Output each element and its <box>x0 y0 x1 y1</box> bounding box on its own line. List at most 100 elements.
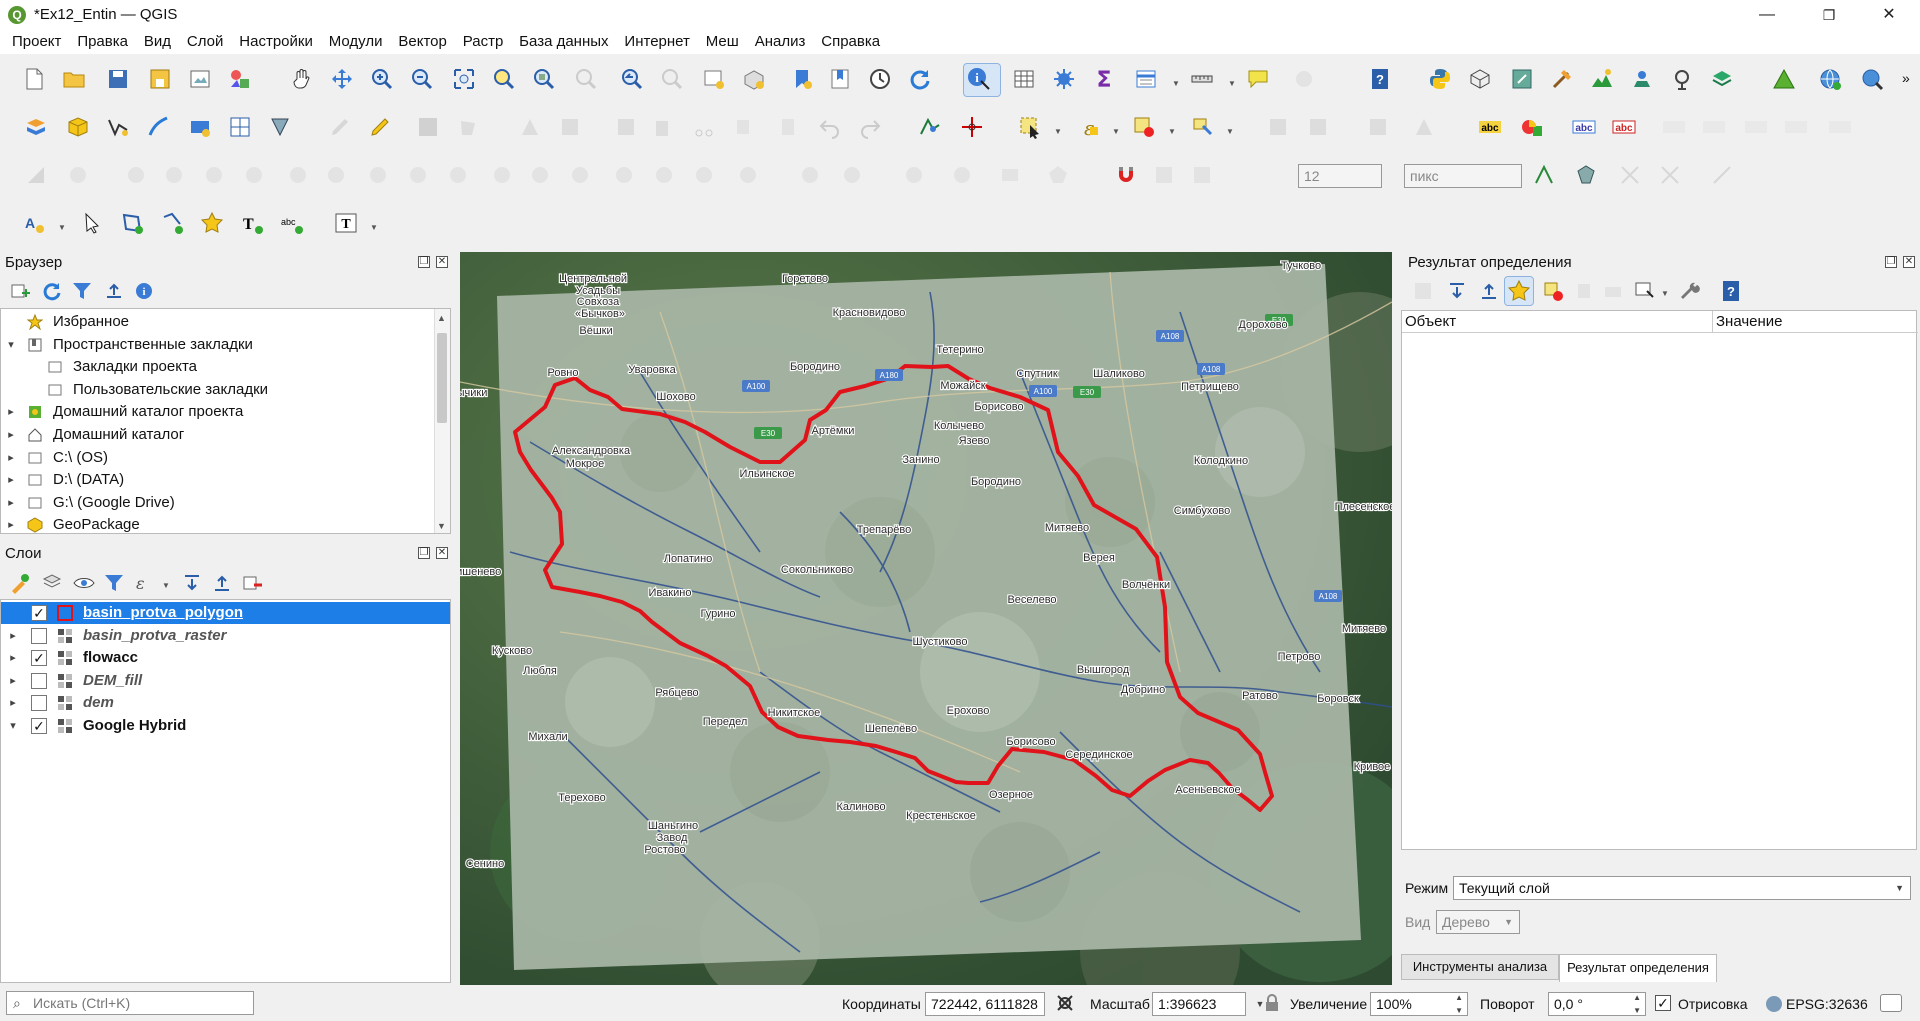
clear-results-icon[interactable] <box>1539 277 1567 305</box>
column-header-object[interactable]: Объект <box>1402 311 1713 333</box>
vertex-tool-icon[interactable] <box>516 113 544 141</box>
fill-ring-icon[interactable] <box>160 161 188 189</box>
enable-tracing-icon[interactable] <box>958 113 986 141</box>
coordinates-input[interactable]: 722442, 6111828 <box>925 992 1045 1016</box>
label-toolbar-dropdown-icon[interactable]: ▼ <box>58 223 66 232</box>
new-mesh-layer-icon[interactable] <box>266 113 294 141</box>
expand-arrow-icon[interactable]: ▸ <box>5 447 17 469</box>
open-project-button[interactable] <box>60 65 88 93</box>
tab-processing-toolbox[interactable]: Инструменты анализа <box>1401 954 1559 980</box>
zoom-to-selection-icon[interactable] <box>490 65 518 93</box>
rotate-label-icon[interactable] <box>1782 113 1810 141</box>
layer-visibility-checkbox[interactable] <box>31 695 47 712</box>
magnifier-stepper-icon[interactable]: ▲ ▼ <box>1455 991 1463 1017</box>
properties-info-icon[interactable]: i <box>130 277 158 305</box>
menu-view[interactable]: Вид <box>138 30 177 53</box>
crs-button[interactable]: EPSG:32636 <box>1786 992 1868 1016</box>
filter-browser-icon[interactable] <box>68 277 96 305</box>
processing-toolbox-icon[interactable] <box>1050 65 1078 93</box>
add-text-along-line-icon[interactable]: abc <box>278 209 306 237</box>
collapse-arrow-icon[interactable]: ▾ <box>7 715 19 737</box>
close-button[interactable]: ✕ <box>1866 0 1912 30</box>
expand-arrow-icon[interactable]: ▸ <box>7 692 19 714</box>
layer-visibility-checkbox[interactable] <box>31 672 47 689</box>
browser-item[interactable]: ▸ Домашний каталог <box>1 424 450 446</box>
reshape-icon[interactable] <box>284 161 312 189</box>
layers-close-button[interactable]: ✕ <box>436 547 448 559</box>
magnifier-input[interactable]: 100% ▲ ▼ <box>1370 992 1468 1016</box>
label-abc-icon[interactable]: abc <box>1476 113 1504 141</box>
paste-features-icon[interactable] <box>774 113 802 141</box>
snapping-magnet-icon[interactable] <box>1112 161 1140 189</box>
remove-layer-icon[interactable] <box>238 569 266 597</box>
refresh-browser-icon[interactable] <box>38 277 66 305</box>
rotate-point-icon[interactable] <box>526 161 554 189</box>
simplify-feature-icon[interactable] <box>1410 113 1438 141</box>
layer-visibility-checkbox[interactable]: ✓ <box>31 605 47 621</box>
self-snapping-icon[interactable] <box>1616 161 1644 189</box>
redo-icon[interactable] <box>856 113 884 141</box>
select-expression-dropdown-icon[interactable]: ▼ <box>1112 127 1120 136</box>
menu-edit[interactable]: Правка <box>71 30 134 53</box>
new-map-view-icon[interactable] <box>700 65 728 93</box>
deselect-dropdown-icon[interactable]: ▼ <box>1168 127 1176 136</box>
measure-dropdown-icon[interactable]: ▼ <box>1228 79 1236 88</box>
layer-row[interactable]: ▸ basin_protva_raster <box>1 625 450 647</box>
move-label-icon[interactable] <box>1742 113 1770 141</box>
layer-row[interactable]: ✓ basin_protva_polygon <box>1 602 450 624</box>
text-annotation-dropdown-icon[interactable]: ▼ <box>370 223 378 232</box>
label-toolbar-icon[interactable]: A <box>20 209 48 237</box>
auto-open-form-icon[interactable] <box>1504 276 1534 306</box>
snapping-tracing-icon[interactable] <box>1708 161 1736 189</box>
attribute-form-icon[interactable] <box>1304 113 1332 141</box>
edit-toggle-icon[interactable] <box>326 113 354 141</box>
add-polygon-annotation-icon[interactable] <box>118 209 146 237</box>
toolbar-overflow-button[interactable]: » <box>1902 70 1910 86</box>
zoom-full-icon[interactable] <box>450 65 478 93</box>
satellite-dish-icon[interactable] <box>1668 65 1696 93</box>
toggle-editing-pencil-icon[interactable] <box>366 113 394 141</box>
expand-arrow-icon[interactable]: ▸ <box>7 670 19 692</box>
expand-arrow-icon[interactable]: ▸ <box>5 424 17 446</box>
open-attribute-table-icon[interactable] <box>1010 65 1038 93</box>
add-marker-annotation-icon[interactable] <box>198 209 226 237</box>
map-canvas[interactable]: A100 A100 A108 A108 E30 E30 E30 A108 A180 Центра… <box>460 252 1392 985</box>
ellipse-digitize-icon[interactable] <box>948 161 976 189</box>
rectangle-digitize-icon[interactable] <box>996 161 1024 189</box>
browser-float-button[interactable]: ❐ <box>418 256 430 268</box>
crs-globe-icon[interactable] <box>1766 996 1782 1012</box>
filter-legend-icon[interactable] <box>100 569 128 597</box>
browser-item[interactable]: ▸ Домашний каталог проекта <box>1 401 450 423</box>
help-contents-icon[interactable]: ? <box>1366 65 1394 93</box>
snapping-units-select[interactable]: пикс <box>1404 164 1522 188</box>
browser-item[interactable]: Закладки проекта <box>1 356 450 378</box>
simplify-icon[interactable] <box>566 161 594 189</box>
new-spatialite-icon[interactable] <box>144 113 172 141</box>
style-manager-button[interactable] <box>226 65 254 93</box>
text-annotation-icon[interactable]: T <box>332 209 360 237</box>
snapping-tolerance-input[interactable]: 12 <box>1298 164 1382 188</box>
browser-item[interactable]: ▸ GeoPackage <box>1 514 450 533</box>
shape-digitize-icon[interactable] <box>838 161 866 189</box>
layers-plugin-icon[interactable] <box>1708 65 1736 93</box>
rotate-feature-icon[interactable] <box>1364 113 1392 141</box>
messages-icon[interactable] <box>1880 994 1902 1012</box>
expand-arrow-icon[interactable]: ▸ <box>5 514 17 533</box>
add-ring-icon[interactable] <box>64 161 92 189</box>
circle-digitize-icon[interactable] <box>900 161 928 189</box>
map-tips-icon[interactable] <box>1244 65 1272 93</box>
attribute-table-dropdown-icon[interactable]: ▼ <box>1172 79 1180 88</box>
deselect-features-icon[interactable] <box>1130 113 1158 141</box>
copy-move-icon[interactable] <box>796 161 824 189</box>
merge-features-icon[interactable] <box>444 161 472 189</box>
menu-mesh[interactable]: Меш <box>700 30 745 53</box>
new-temp-layer-icon[interactable] <box>186 113 214 141</box>
edit-table-icon[interactable] <box>612 113 640 141</box>
select-by-expression-icon[interactable]: ε <box>1074 113 1102 141</box>
layer-visibility-checkbox[interactable]: ✓ <box>31 650 47 667</box>
modify-attributes-icon[interactable] <box>556 113 584 141</box>
browser-item[interactable]: ▸ D:\ (DATA) <box>1 469 450 491</box>
3d-view-icon[interactable] <box>1466 65 1494 93</box>
new-virtual-layer-icon[interactable] <box>226 113 254 141</box>
expand-arrow-icon[interactable]: ▸ <box>7 647 19 669</box>
